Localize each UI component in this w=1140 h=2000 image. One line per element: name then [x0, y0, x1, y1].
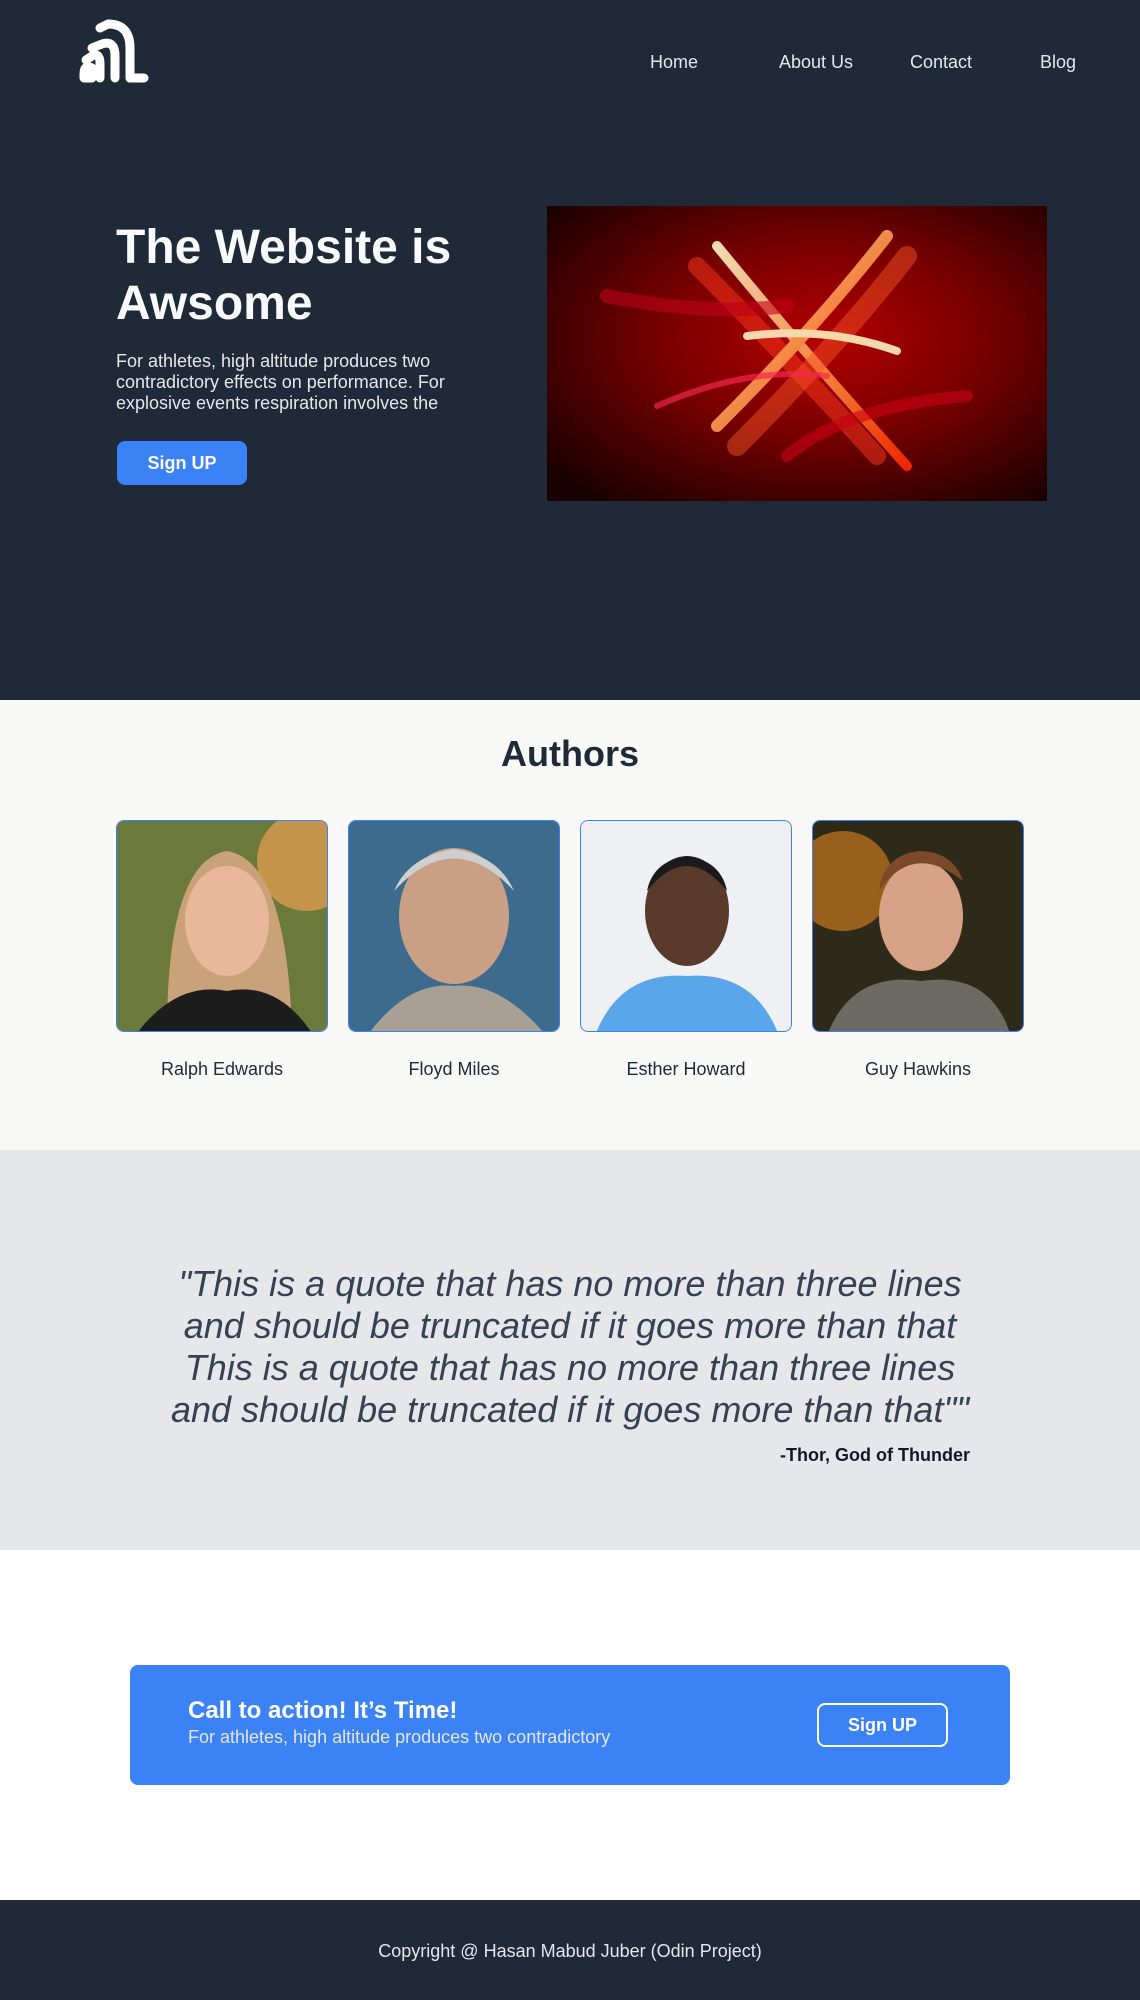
hero-section: Home About Us Contact Blog The Website i…	[0, 0, 1140, 700]
hero-image	[547, 206, 1047, 501]
stacked-arches-logo-icon[interactable]	[78, 18, 150, 84]
cta-signup-button[interactable]: Sign UP	[817, 1703, 948, 1747]
cta-box: Call to action! It’s Time! For athletes,…	[130, 1665, 1010, 1785]
cta-description: For athletes, high altitude produces two…	[188, 1727, 611, 1747]
quote-section: "This is a quote that has no more than t…	[0, 1150, 1140, 1550]
quote-author: -Thor, God of Thunder	[780, 1445, 970, 1465]
footer-copyright: Copyright @ Hasan Mabud Juber (Odin Proj…	[378, 1941, 762, 1961]
author-name: Floyd Miles	[408, 1059, 500, 1079]
quote-text: "This is a quote that has no more than t…	[170, 1263, 970, 1430]
author-photo-ralph-edwards[interactable]	[116, 820, 328, 1032]
nav-blog-link[interactable]: Blog	[1040, 50, 1076, 74]
nav-contact-link[interactable]: Contact	[910, 50, 972, 74]
nav-home-link[interactable]: Home	[650, 50, 698, 74]
cta-section: Call to action! It’s Time! For athletes,…	[0, 1550, 1140, 1900]
hero-title: The Website is Awsome	[116, 221, 452, 330]
nav-about-link[interactable]: About Us	[779, 50, 853, 74]
author-photo-guy-hawkins[interactable]	[812, 820, 1024, 1032]
cta-title: Call to action! It’s Time!	[188, 1697, 458, 1724]
author-photo-floyd-miles[interactable]	[348, 820, 560, 1032]
hero-signup-button[interactable]: Sign UP	[117, 441, 247, 485]
author-name: Guy Hawkins	[864, 1059, 972, 1079]
authors-title: Authors	[501, 733, 639, 774]
author-name: Ralph Edwards	[160, 1059, 284, 1079]
footer: Copyright @ Hasan Mabud Juber (Odin Proj…	[0, 1900, 1140, 2000]
author-photo-esther-howard[interactable]	[580, 820, 792, 1032]
hero-description: For athletes, high altitude produces two…	[116, 351, 445, 413]
author-name: Esther Howard	[626, 1059, 746, 1079]
